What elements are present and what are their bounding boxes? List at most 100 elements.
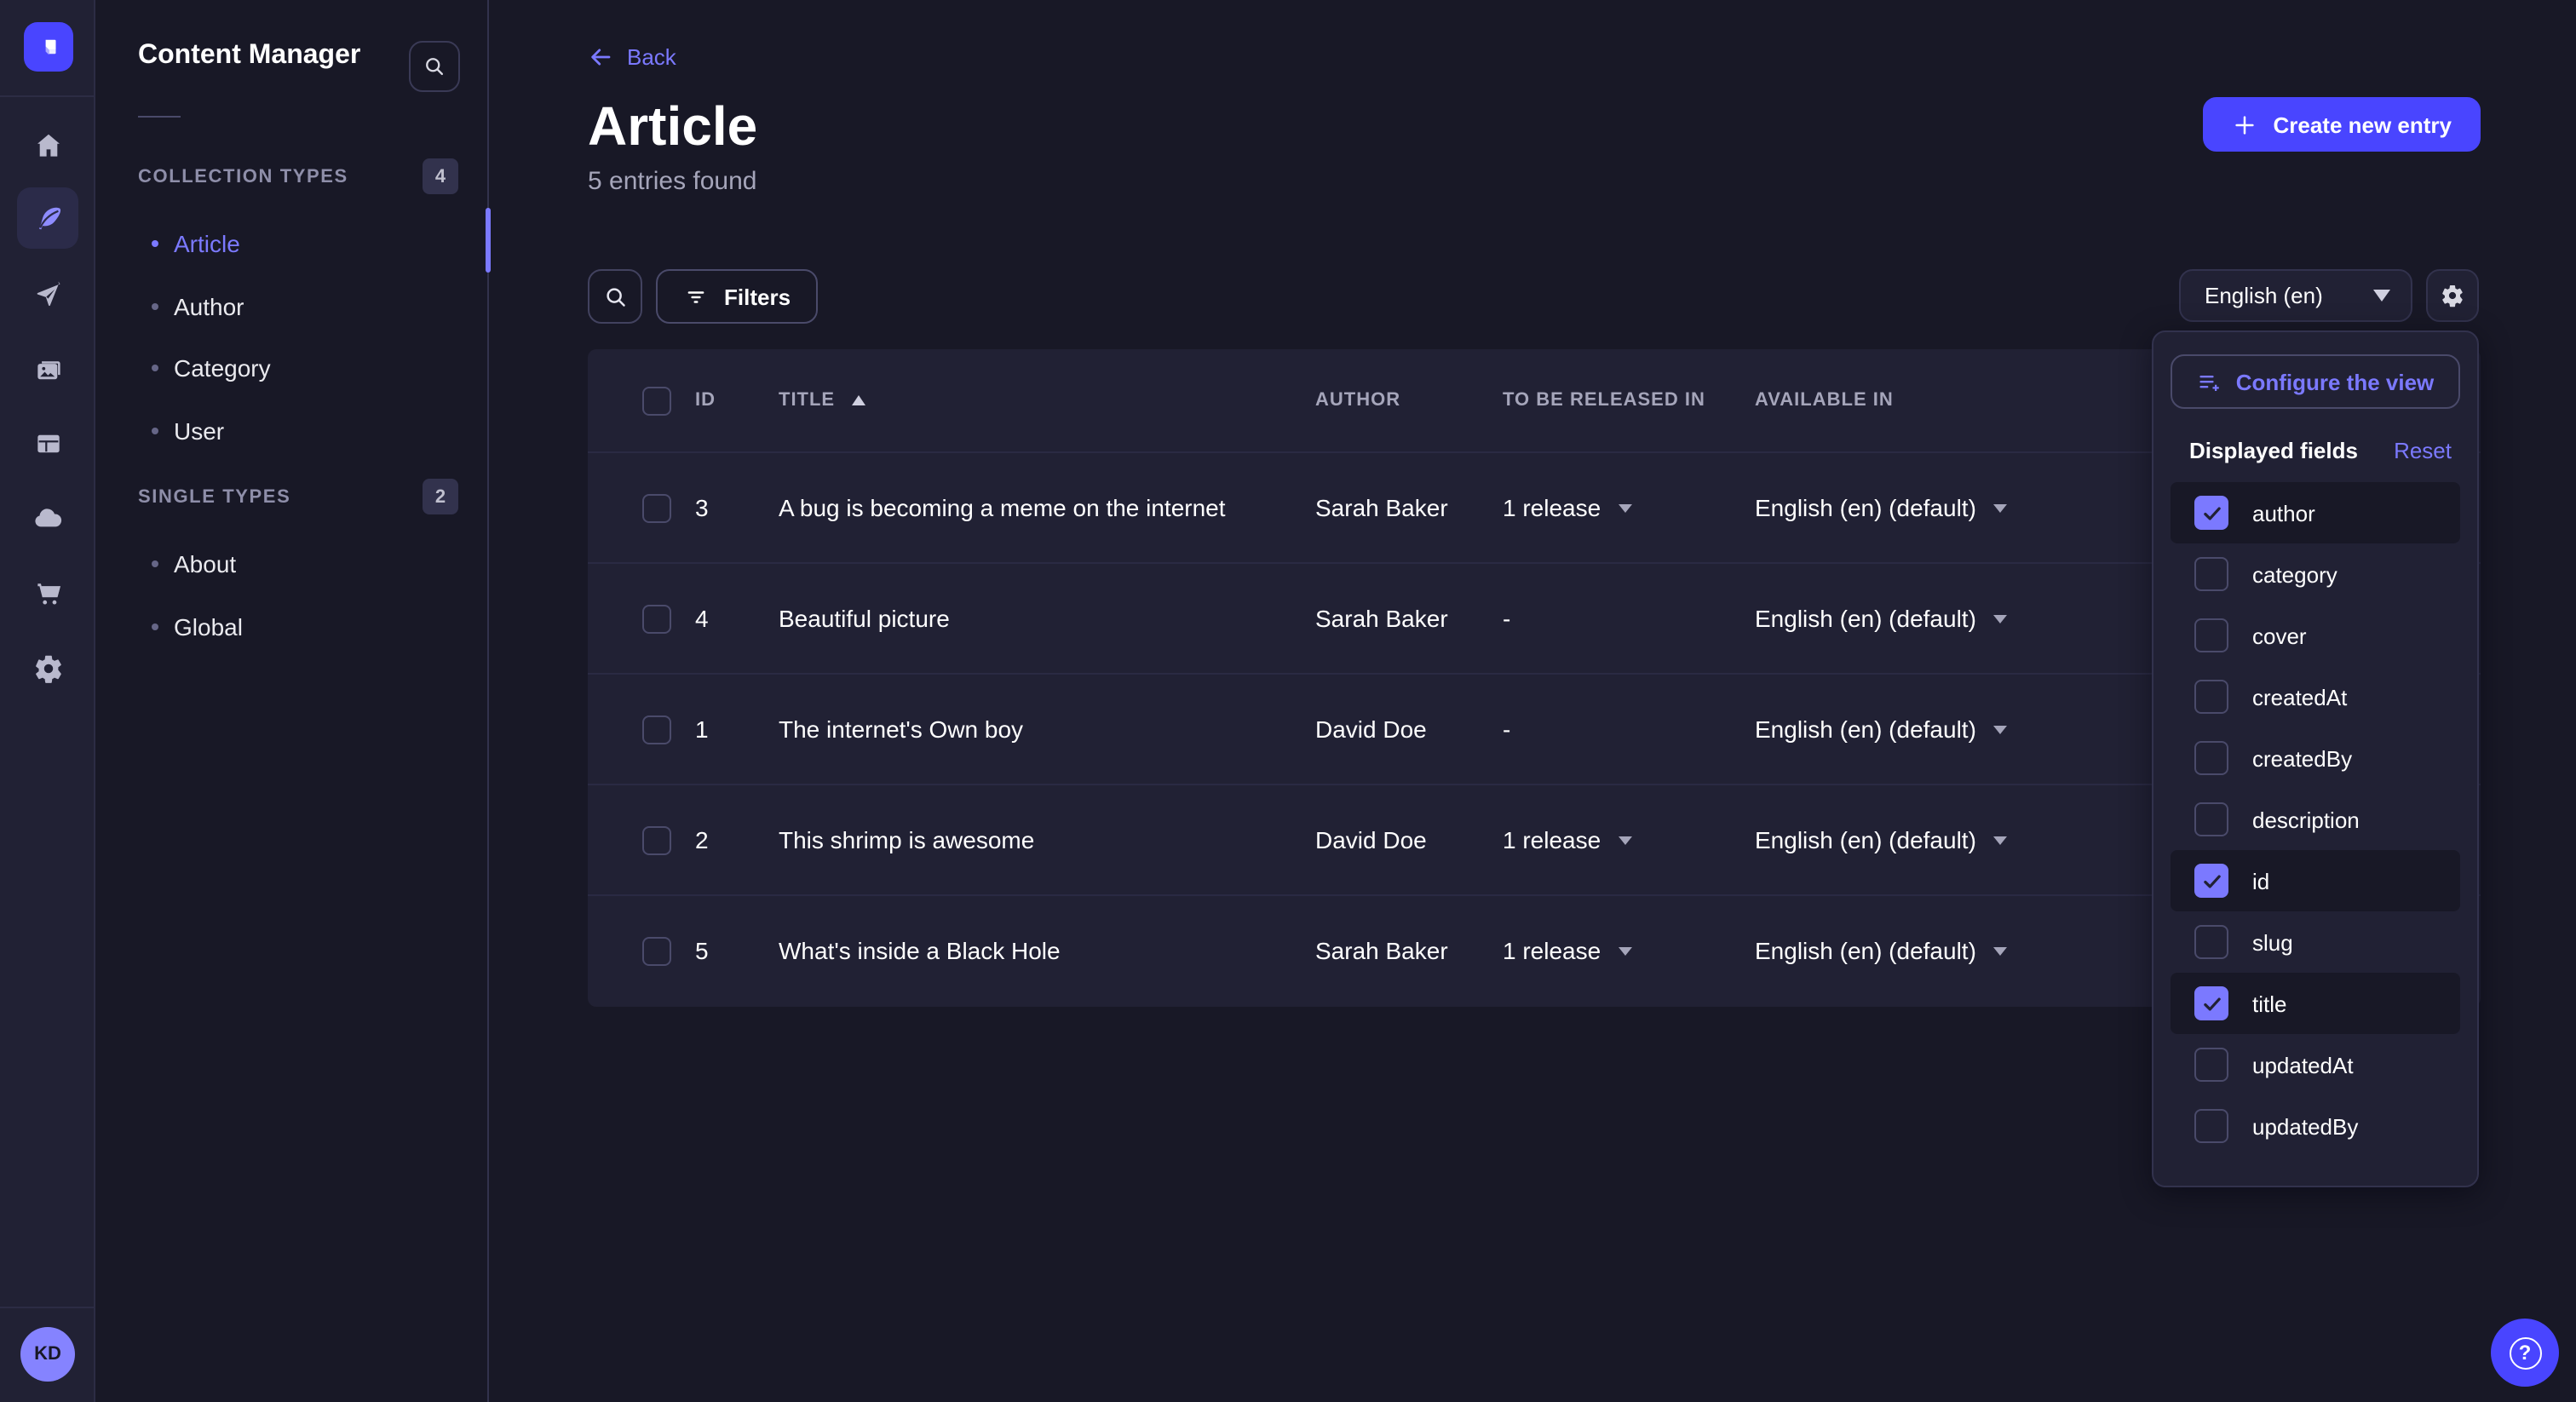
table-search-button[interactable]	[588, 269, 642, 324]
checkbox-icon[interactable]	[2194, 680, 2228, 714]
field-option-cover[interactable]: cover	[2171, 605, 2460, 666]
cell-release[interactable]: 1 release	[1503, 494, 1755, 521]
back-link[interactable]: Back	[588, 44, 676, 70]
column-header-author[interactable]: AUTHOR	[1315, 390, 1503, 411]
cell-release: -	[1503, 715, 1755, 743]
nav-home-button[interactable]	[17, 114, 78, 175]
paper-plane-icon	[32, 279, 64, 311]
field-label: title	[2252, 991, 2286, 1016]
user-avatar[interactable]: KD	[20, 1327, 75, 1382]
checkbox-icon[interactable]	[2194, 802, 2228, 836]
configure-view-button[interactable]: Configure the view	[2171, 354, 2460, 409]
configure-view-label: Configure the view	[2236, 369, 2435, 394]
checkbox-checked-icon[interactable]	[2194, 986, 2228, 1020]
images-icon	[32, 353, 64, 386]
sidebar-item-about[interactable]: About	[95, 533, 487, 595]
search-icon	[423, 55, 446, 78]
create-new-entry-button[interactable]: Create new entry	[2203, 97, 2481, 152]
reset-link[interactable]: Reset	[2394, 438, 2452, 463]
field-option-createdAt[interactable]: createdAt	[2171, 666, 2460, 727]
cell-title: What's inside a Black Hole	[779, 937, 1315, 964]
list-plus-icon	[2197, 369, 2222, 394]
sidebar-item-label: User	[174, 417, 224, 445]
row-checkbox[interactable]	[642, 715, 671, 744]
content-manager-subnav: Content Manager COLLECTION TYPES 4 Artic…	[95, 0, 489, 1402]
field-option-id[interactable]: id	[2171, 850, 2460, 911]
home-icon	[32, 129, 64, 161]
nav-content-type-builder-button[interactable]	[17, 412, 78, 474]
chevron-down-icon	[1993, 946, 2007, 955]
subnav-scrollbar-thumb[interactable]	[486, 208, 491, 273]
field-option-updatedBy[interactable]: updatedBy	[2171, 1095, 2460, 1157]
checkbox-icon[interactable]	[2194, 557, 2228, 591]
select-all-checkbox[interactable]	[642, 386, 671, 415]
feather-icon	[32, 202, 64, 234]
nav-deploy-button[interactable]	[17, 489, 78, 550]
field-option-category[interactable]: category	[2171, 543, 2460, 605]
field-label: createdAt	[2252, 684, 2347, 710]
cell-release[interactable]: 1 release	[1503, 826, 1755, 853]
release-label: 1 release	[1503, 937, 1601, 964]
sidebar-item-author[interactable]: Author	[95, 275, 487, 337]
single-types-count-badge: 2	[423, 479, 458, 514]
field-label: updatedAt	[2252, 1052, 2354, 1077]
single-types-label: SINGLE TYPES	[138, 486, 290, 507]
subnav-search-button[interactable]	[409, 41, 460, 92]
nav-marketplace-button[interactable]	[17, 562, 78, 623]
view-settings-button[interactable]	[2426, 269, 2479, 322]
help-button[interactable]: ?	[2491, 1319, 2559, 1387]
collection-types-count-badge: 4	[423, 158, 458, 194]
column-header-title-label: TITLE	[779, 390, 835, 411]
cell-author: Sarah Baker	[1315, 937, 1503, 964]
sidebar-item-category[interactable]: Category	[95, 337, 487, 399]
sidebar-item-global[interactable]: Global	[95, 595, 487, 658]
strapi-logo[interactable]	[24, 22, 73, 72]
field-option-slug[interactable]: slug	[2171, 911, 2460, 973]
nav-settings-button[interactable]	[17, 637, 78, 698]
row-checkbox[interactable]	[642, 493, 671, 522]
field-label: description	[2252, 807, 2360, 832]
sidebar-item-user[interactable]: User	[95, 399, 487, 462]
checkbox-icon[interactable]	[2194, 925, 2228, 959]
field-label: createdBy	[2252, 745, 2352, 771]
checkbox-checked-icon[interactable]	[2194, 864, 2228, 898]
nav-media-library-button[interactable]	[17, 339, 78, 400]
displayed-fields-title: Displayed fields	[2189, 438, 2358, 463]
column-header-title[interactable]: TITLE	[779, 390, 1315, 411]
checkbox-icon[interactable]	[2194, 618, 2228, 652]
checkbox-icon[interactable]	[2194, 1048, 2228, 1082]
field-option-description[interactable]: description	[2171, 789, 2460, 850]
row-checkbox[interactable]	[642, 604, 671, 633]
field-option-author[interactable]: author	[2171, 482, 2460, 543]
chevron-down-icon	[1993, 614, 2007, 623]
locale-select[interactable]: English (en)	[2179, 269, 2412, 322]
filters-button[interactable]: Filters	[656, 269, 818, 324]
chevron-down-icon	[1993, 725, 2007, 733]
gear-icon	[2440, 283, 2465, 308]
sidebar-item-article[interactable]: Article	[95, 213, 487, 275]
row-checkbox[interactable]	[642, 825, 671, 854]
row-checkbox[interactable]	[642, 936, 671, 965]
rail-divider	[0, 95, 94, 97]
arrow-left-icon	[588, 44, 613, 70]
subnav-title: Content Manager	[138, 41, 360, 72]
sort-ascending-icon[interactable]	[852, 395, 865, 405]
bullet-icon	[152, 428, 158, 434]
checkbox-checked-icon[interactable]	[2194, 496, 2228, 530]
sidebar-item-label: Article	[174, 231, 240, 258]
checkbox-icon[interactable]	[2194, 1109, 2228, 1143]
field-option-title[interactable]: title	[2171, 973, 2460, 1034]
field-option-createdBy[interactable]: createdBy	[2171, 727, 2460, 789]
nav-releases-button[interactable]	[17, 264, 78, 325]
cell-release[interactable]: 1 release	[1503, 937, 1755, 964]
cell-release: -	[1503, 605, 1755, 632]
cell-title: The internet's Own boy	[779, 715, 1315, 743]
column-header-id[interactable]: ID	[695, 390, 779, 411]
field-option-updatedAt[interactable]: updatedAt	[2171, 1034, 2460, 1095]
column-header-release[interactable]: TO BE RELEASED IN	[1503, 390, 1755, 411]
nav-content-manager-button[interactable]	[17, 187, 78, 249]
back-label: Back	[627, 44, 676, 70]
main-nav-rail: KD	[0, 0, 95, 1402]
checkbox-icon[interactable]	[2194, 741, 2228, 775]
chevron-down-icon	[1993, 836, 2007, 844]
